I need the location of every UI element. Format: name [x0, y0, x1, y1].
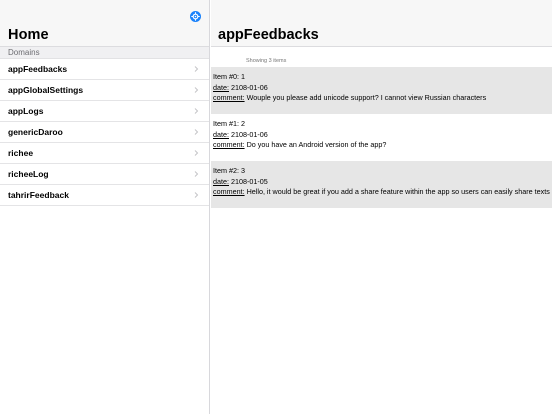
comment-key: comment:: [213, 187, 245, 196]
sidebar-item-richee[interactable]: richee: [0, 143, 209, 164]
sidebar-item-appfeedbacks[interactable]: appFeedbacks: [0, 59, 209, 80]
section-header-domains: Domains: [0, 47, 209, 59]
comment-key: comment:: [213, 93, 245, 102]
date-value: 2108-01-05: [231, 177, 268, 186]
item-header: Item #1: 2: [213, 119, 245, 128]
sidebar-item-appglobalsettings[interactable]: appGlobalSettings: [0, 80, 209, 101]
date-value: 2108-01-06: [231, 130, 268, 139]
sidebar-item-label: tahrirFeedback: [8, 190, 69, 200]
sidebar-item-label: richee: [8, 148, 34, 158]
item-header: Item #2: 3: [213, 166, 245, 175]
sidebar-header: Home: [0, 0, 209, 47]
sidebar-item-tahrirfeedback[interactable]: tahrirFeedback: [0, 185, 209, 206]
comment-key: comment:: [213, 140, 245, 149]
list-item[interactable]: Item #2: 3 date: 2108-01-05 comment: Hel…: [211, 161, 552, 208]
chevron-right-icon: [194, 87, 199, 93]
sidebar: Home Domains appFeedbacks appGlobalSetti…: [0, 0, 210, 414]
item-count-label: Showing 3 items: [246, 58, 287, 64]
detail-pane: appFeedbacks Showing 3 items Item #0: 1 …: [211, 0, 552, 414]
item-date-row: date: 2108-01-05: [213, 177, 268, 186]
page-title: Home: [8, 27, 49, 43]
comment-value: Do you have an Android version of the ap…: [246, 140, 387, 149]
chevron-right-icon: [194, 150, 199, 156]
sidebar-item-label: appFeedbacks: [8, 64, 68, 74]
sidebar-item-label: richeeLog: [8, 169, 49, 179]
comment-value: Hello, it would be great if you add a sh…: [246, 187, 550, 196]
date-value: 2108-01-06: [231, 83, 268, 92]
item-comment-row: comment: Do you have an Android version …: [213, 140, 386, 149]
settings-button[interactable]: [190, 11, 201, 22]
list-item[interactable]: Item #0: 1 date: 2108-01-06 comment: Wou…: [211, 67, 552, 114]
date-key: date:: [213, 83, 229, 92]
chevron-right-icon: [194, 171, 199, 177]
item-comment-row: comment: Wouple you please add unicode s…: [213, 93, 486, 102]
sidebar-item-genericdaroo[interactable]: genericDaroo: [0, 122, 209, 143]
date-key: date:: [213, 130, 229, 139]
detail-header: appFeedbacks: [211, 0, 552, 47]
sidebar-item-richeelog[interactable]: richeeLog: [0, 164, 209, 185]
sidebar-item-applogs[interactable]: appLogs: [0, 101, 209, 122]
chevron-right-icon: [194, 108, 199, 114]
sidebar-item-label: appGlobalSettings: [8, 85, 84, 95]
item-header: Item #0: 1: [213, 72, 245, 81]
chevron-right-icon: [194, 129, 199, 135]
item-date-row: date: 2108-01-06: [213, 130, 268, 139]
item-count-bar: Showing 3 items: [211, 47, 552, 67]
sidebar-item-label: appLogs: [8, 106, 44, 116]
comment-value: Wouple you please add unicode support? I…: [246, 93, 487, 102]
list-item[interactable]: Item #1: 2 date: 2108-01-06 comment: Do …: [211, 114, 552, 161]
item-date-row: date: 2108-01-06: [213, 83, 268, 92]
detail-title: appFeedbacks: [218, 27, 319, 43]
chevron-right-icon: [194, 66, 199, 72]
gear-icon: [191, 12, 200, 21]
date-key: date:: [213, 177, 229, 186]
sidebar-item-label: genericDaroo: [8, 127, 63, 137]
item-comment-row: comment: Hello, it would be great if you…: [213, 187, 550, 196]
chevron-right-icon: [194, 192, 199, 198]
